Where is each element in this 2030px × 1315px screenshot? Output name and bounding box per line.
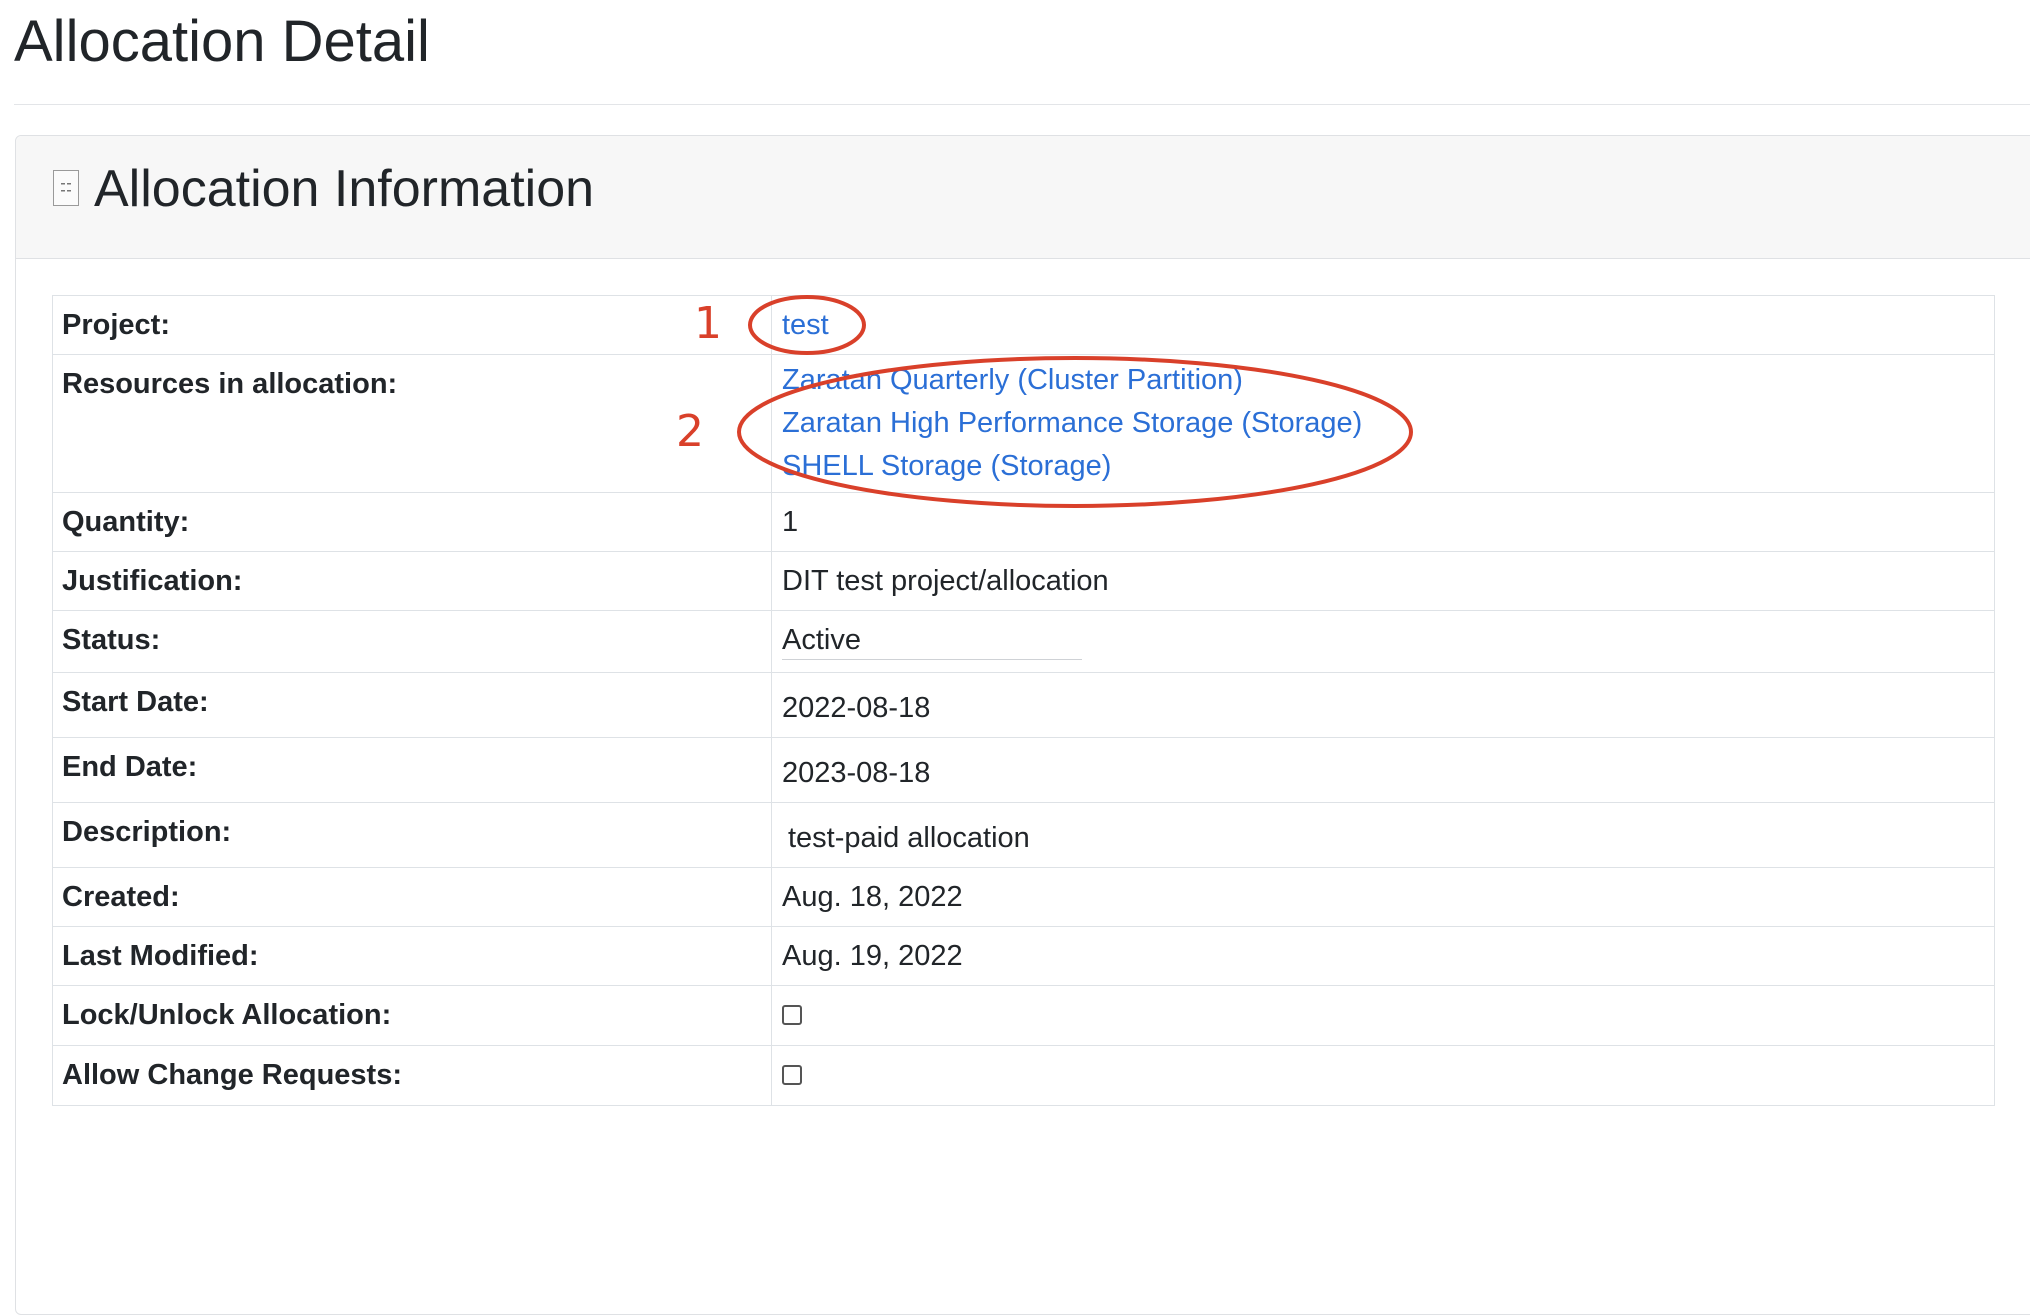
last-modified-value: Aug. 19, 2022 xyxy=(771,926,1995,986)
row-end-date: End Date: 2023-08-18 xyxy=(52,737,1995,803)
row-last-modified: Last Modified: Aug. 19, 2022 xyxy=(52,926,1995,986)
end-date-value: 2023-08-18 xyxy=(771,737,1995,803)
row-created: Created: Aug. 18, 2022 xyxy=(52,867,1995,927)
allow-change-checkbox[interactable] xyxy=(782,1065,802,1085)
row-status: Status: Active xyxy=(52,610,1995,673)
justification-value: DIT test project/allocation xyxy=(771,551,1995,611)
created-value: Aug. 18, 2022 xyxy=(771,867,1995,927)
row-description: Description: test-paid allocation xyxy=(52,802,1995,868)
card-title: Allocation Information xyxy=(94,160,595,218)
description-value: test-paid allocation xyxy=(771,802,1995,868)
project-value-cell: test xyxy=(771,295,1995,355)
status-label: Status: xyxy=(52,610,772,673)
status-value: Active xyxy=(782,623,1082,660)
annotation-marker-2: 2 xyxy=(676,406,704,457)
page-title: Allocation Detail xyxy=(14,9,430,74)
lock-unlock-label: Lock/Unlock Allocation: xyxy=(52,985,772,1046)
resource-link[interactable]: Zaratan Quarterly (Cluster Partition) xyxy=(782,359,1985,402)
resource-link[interactable]: SHELL Storage (Storage) xyxy=(782,445,1985,488)
row-start-date: Start Date: 2022-08-18 xyxy=(52,672,1995,738)
annotation-marker-1: 1 xyxy=(694,298,722,349)
allow-change-label: Allow Change Requests: xyxy=(52,1045,772,1106)
project-link[interactable]: test xyxy=(782,308,1985,342)
project-label: Project: xyxy=(52,295,772,355)
start-date-value: 2022-08-18 xyxy=(771,672,1995,738)
row-project: Project: test xyxy=(52,295,1995,355)
allocation-info-table: Project: test Resources in allocation: Z… xyxy=(52,295,1995,1106)
quantity-label: Quantity: xyxy=(52,492,772,552)
document-icon xyxy=(53,170,79,206)
start-date-label: Start Date: xyxy=(52,672,772,738)
row-lock-unlock: Lock/Unlock Allocation: xyxy=(52,985,1995,1046)
row-allow-change: Allow Change Requests: xyxy=(52,1045,1995,1106)
lock-unlock-checkbox[interactable] xyxy=(782,1005,802,1025)
description-label: Description: xyxy=(52,802,772,868)
created-label: Created: xyxy=(52,867,772,927)
resources-label: Resources in allocation: xyxy=(52,354,772,493)
resources-value-cell: Zaratan Quarterly (Cluster Partition) Za… xyxy=(771,354,1995,493)
card-header: Allocation Information xyxy=(16,136,2030,259)
status-value-cell: Active xyxy=(771,610,1995,673)
resource-link[interactable]: Zaratan High Performance Storage (Storag… xyxy=(782,402,1985,445)
end-date-label: End Date: xyxy=(52,737,772,803)
quantity-value: 1 xyxy=(771,492,1995,552)
title-divider xyxy=(14,104,2030,105)
row-quantity: Quantity: 1 xyxy=(52,492,1995,552)
row-resources: Resources in allocation: Zaratan Quarter… xyxy=(52,354,1995,493)
last-modified-label: Last Modified: xyxy=(52,926,772,986)
justification-label: Justification: xyxy=(52,551,772,611)
lock-unlock-cell xyxy=(771,985,1995,1046)
row-justification: Justification: DIT test project/allocati… xyxy=(52,551,1995,611)
allow-change-cell xyxy=(771,1045,1995,1106)
